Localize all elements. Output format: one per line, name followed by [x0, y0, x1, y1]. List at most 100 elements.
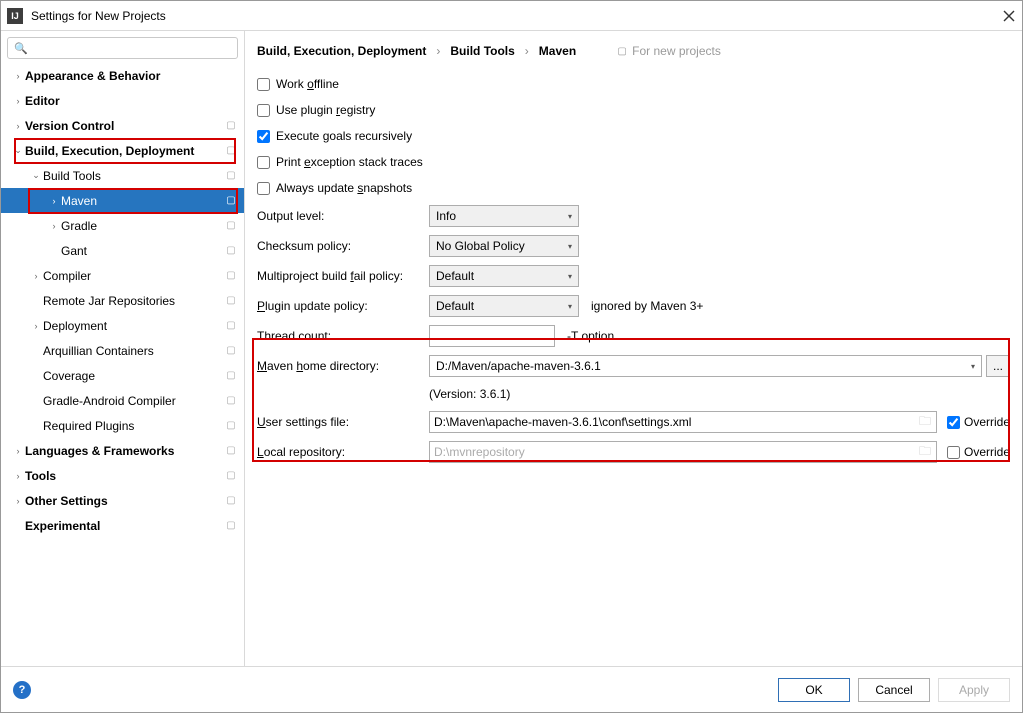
chevron-down-icon: ▾: [971, 362, 975, 371]
project-scope-icon: ▢: [224, 269, 238, 283]
snapshots-row: Always update snapshots: [257, 175, 1010, 201]
chevron-down-icon: ▾: [568, 242, 572, 251]
snapshots-checkbox[interactable]: [257, 182, 270, 195]
sidebar-item-label: Compiler: [43, 269, 224, 283]
sidebar-item-label: Tools: [25, 469, 224, 483]
project-scope-icon: ▢: [224, 319, 238, 333]
close-icon[interactable]: [1002, 9, 1016, 23]
sidebar-item-tools[interactable]: ›Tools▢: [1, 463, 244, 488]
plugin-registry-label: Use plugin registry: [276, 103, 375, 117]
sidebar-item-gradle-android-compiler[interactable]: Gradle-Android Compiler▢: [1, 388, 244, 413]
breadcrumb-1: Build, Execution, Deployment: [257, 44, 426, 58]
sidebar-item-label: Gradle-Android Compiler: [43, 394, 224, 408]
sidebar-item-appearance-behavior[interactable]: ›Appearance & Behavior: [1, 63, 244, 88]
project-scope-icon: ▢: [224, 294, 238, 308]
sidebar-item-label: Remote Jar Repositories: [43, 294, 224, 308]
sidebar-item-label: Version Control: [25, 119, 224, 133]
plugin-update-label: Plugin update policy:: [257, 299, 429, 313]
sidebar-item-experimental[interactable]: Experimental▢: [1, 513, 244, 538]
breadcrumb: Build, Execution, Deployment › Build Too…: [257, 31, 1022, 71]
output-level-label: Output level:: [257, 209, 429, 223]
sidebar-item-gant[interactable]: Gant▢: [1, 238, 244, 263]
search-field[interactable]: [32, 41, 231, 55]
search-input[interactable]: 🔍: [7, 37, 238, 59]
recursive-row: Execute goals recursively: [257, 123, 1010, 149]
expand-arrow-icon: ›: [47, 196, 61, 206]
user-settings-override-label: Override: [964, 415, 1010, 429]
output-level-value: Info: [436, 209, 456, 223]
fail-policy-select[interactable]: Default ▾: [429, 265, 579, 287]
sidebar-item-gradle[interactable]: ›Gradle▢: [1, 213, 244, 238]
help-icon[interactable]: ?: [13, 681, 31, 699]
sidebar-item-deployment[interactable]: ›Deployment▢: [1, 313, 244, 338]
version-row: (Version: 3.6.1): [257, 381, 1010, 407]
sidebar-item-label: Coverage: [43, 369, 224, 383]
sidebar-item-build-execution-deployment[interactable]: ⌄Build, Execution, Deployment▢: [1, 138, 244, 163]
expand-arrow-icon: ›: [29, 271, 43, 281]
fail-policy-value: Default: [436, 269, 474, 283]
apply-button: Apply: [938, 678, 1010, 702]
sidebar-item-version-control[interactable]: ›Version Control▢: [1, 113, 244, 138]
home-dir-row: Maven home directory: D:/Maven/apache-ma…: [257, 351, 1010, 381]
chevron-down-icon: ▾: [568, 272, 572, 281]
sidebar-item-compiler[interactable]: ›Compiler▢: [1, 263, 244, 288]
sidebar-item-languages-frameworks[interactable]: ›Languages & Frameworks▢: [1, 438, 244, 463]
plugin-update-value: Default: [436, 299, 474, 313]
local-repo-row: Local repository: 🗀 Override: [257, 437, 1010, 467]
thread-count-hint: -T option: [567, 329, 614, 343]
sidebar-item-label: Build, Execution, Deployment: [25, 144, 224, 158]
sidebar-item-remote-jar-repositories[interactable]: Remote Jar Repositories▢: [1, 288, 244, 313]
user-settings-label: User settings file:: [257, 415, 429, 429]
sidebar-item-arquillian-containers[interactable]: Arquillian Containers▢: [1, 338, 244, 363]
plugin-update-hint: ignored by Maven 3+: [591, 299, 703, 313]
work-offline-checkbox[interactable]: [257, 78, 270, 91]
sidebar-item-build-tools[interactable]: ⌄Build Tools▢: [1, 163, 244, 188]
user-settings-override-checkbox[interactable]: [947, 416, 960, 429]
sidebar: 🔍 ›Appearance & Behavior›Editor›Version …: [1, 31, 245, 666]
sidebar-item-label: Arquillian Containers: [43, 344, 224, 358]
checksum-value: No Global Policy: [436, 239, 525, 253]
sidebar-item-maven[interactable]: ›Maven▢: [1, 188, 244, 213]
project-scope-icon: ▢: [224, 419, 238, 433]
ok-button[interactable]: OK: [778, 678, 850, 702]
user-settings-row: User settings file: 🗀 Override: [257, 407, 1010, 437]
sidebar-item-coverage[interactable]: Coverage▢: [1, 363, 244, 388]
plugin-registry-checkbox[interactable]: [257, 104, 270, 117]
breadcrumb-sep-icon: ›: [436, 44, 440, 58]
local-repo-override-checkbox[interactable]: [947, 446, 960, 459]
expand-arrow-icon: ›: [47, 221, 61, 231]
sidebar-item-label: Build Tools: [43, 169, 224, 183]
project-scope-icon: ▢: [224, 344, 238, 358]
thread-count-input[interactable]: [429, 325, 555, 347]
sidebar-item-label: Languages & Frameworks: [25, 444, 224, 458]
expand-arrow-icon: ›: [29, 321, 43, 331]
output-level-select[interactable]: Info ▾: [429, 205, 579, 227]
checksum-select[interactable]: No Global Policy ▾: [429, 235, 579, 257]
fail-policy-label: Multiproject build fail policy:: [257, 269, 429, 283]
sidebar-item-label: Maven: [61, 194, 224, 208]
breadcrumb-sep-icon: ›: [525, 44, 529, 58]
scope-note-text: For new projects: [632, 44, 721, 58]
project-scope-icon: ▢: [224, 194, 238, 208]
project-scope-icon: ▢: [224, 144, 238, 158]
footer: ? OK Cancel Apply: [1, 666, 1022, 712]
project-scope-icon: ▢: [224, 494, 238, 508]
browse-home-button[interactable]: ...: [986, 355, 1010, 377]
checksum-row: Checksum policy: No Global Policy ▾: [257, 231, 1010, 261]
recursive-checkbox[interactable]: [257, 130, 270, 143]
sidebar-item-required-plugins[interactable]: Required Plugins▢: [1, 413, 244, 438]
plugin-update-select[interactable]: Default ▾: [429, 295, 579, 317]
sidebar-item-label: Required Plugins: [43, 419, 224, 433]
home-dir-select[interactable]: D:/Maven/apache-maven-3.6.1 ▾: [429, 355, 982, 377]
work-offline-row: Work offline: [257, 71, 1010, 97]
home-dir-label: Maven home directory:: [257, 359, 429, 373]
stack-traces-checkbox[interactable]: [257, 156, 270, 169]
cancel-button[interactable]: Cancel: [858, 678, 930, 702]
sidebar-item-editor[interactable]: ›Editor: [1, 88, 244, 113]
sidebar-item-label: Gant: [61, 244, 224, 258]
sidebar-item-other-settings[interactable]: ›Other Settings▢: [1, 488, 244, 513]
user-settings-input[interactable]: [429, 411, 937, 433]
expand-arrow-icon: ›: [11, 496, 25, 506]
sidebar-item-label: Appearance & Behavior: [25, 69, 238, 83]
project-scope-icon: ▢: [224, 444, 238, 458]
